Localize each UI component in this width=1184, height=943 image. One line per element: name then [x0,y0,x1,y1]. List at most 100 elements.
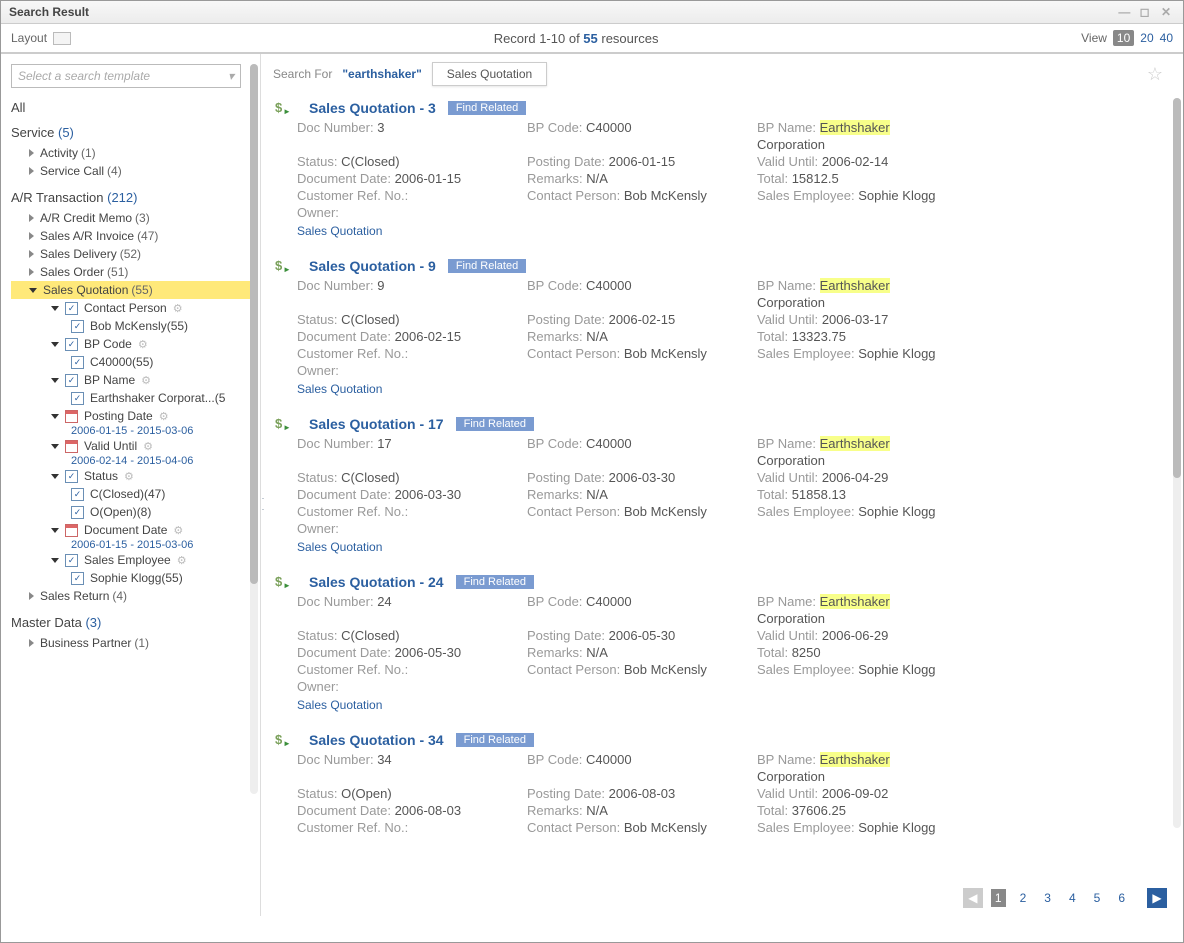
group-master-data[interactable]: Master Data (3) [11,615,256,630]
gear-icon[interactable]: ⚙ [138,338,148,351]
search-header: Search For "earthshaker" Sales Quotation… [261,54,1183,94]
view-40[interactable]: 40 [1160,31,1173,45]
sidebar: Select a search template▾ All Service (5… [1,54,261,916]
facet-value-sophie[interactable]: ✓Sophie Klogg (55) [11,569,256,587]
find-related-button[interactable]: Find Related [456,575,534,589]
facet-value-closed[interactable]: ✓C(Closed) (47) [11,485,256,503]
sidebar-item-invoice[interactable]: Sales A/R Invoice(47) [11,227,256,245]
result-card: Sales Quotation - 9Find RelatedDoc Numbe… [273,252,1171,404]
minimize-icon[interactable]: — [1118,5,1132,19]
gear-icon[interactable]: ⚙ [173,524,183,537]
search-template-select[interactable]: Select a search template▾ [11,64,241,88]
result-title-link[interactable]: Sales Quotation - 9 [309,258,436,274]
facet-status[interactable]: ✓Status⚙ [11,467,256,485]
sidebar-all[interactable]: All [11,100,256,115]
gear-icon[interactable]: ⚙ [177,554,187,567]
gear-icon[interactable]: ⚙ [124,470,134,483]
results-list: ⋮⋮ Sales Quotation - 3Find RelatedDoc Nu… [261,94,1183,880]
sidebar-item-sales-order[interactable]: Sales Order(51) [11,263,256,281]
calendar-icon [65,440,78,453]
result-title-link[interactable]: Sales Quotation - 34 [309,732,444,748]
calendar-icon [65,524,78,537]
chevron-down-icon: ▾ [228,69,234,83]
close-icon[interactable]: ✕ [1161,5,1175,19]
group-ar-transaction[interactable]: A/R Transaction (212) [11,190,256,205]
view-selector: View 10 20 40 [1081,30,1173,46]
title-bar: Search Result — ◻ ✕ [1,1,1183,24]
breadcrumb[interactable]: Sales Quotation [297,698,1171,712]
splitter-handle[interactable]: ⋮⋮ [261,494,265,516]
search-term: "earthshaker" [342,67,421,81]
facet-value-bob[interactable]: ✓Bob McKensly (55) [11,317,256,335]
gear-icon[interactable]: ⚙ [159,410,169,423]
star-icon[interactable]: ☆ [1147,64,1163,85]
main-scrollbar[interactable] [1173,98,1181,828]
layout-label: Layout [11,31,47,45]
find-related-button[interactable]: Find Related [456,733,534,747]
result-title-link[interactable]: Sales Quotation - 24 [309,574,444,590]
pager-page-4[interactable]: 4 [1065,889,1080,907]
gear-icon[interactable]: ⚙ [143,440,153,453]
facet-valid-until[interactable]: Valid Until⚙ [11,437,256,455]
record-info: Record 1-10 of 55 resources [71,31,1081,46]
pager: ◀ 123456 ▶ [261,880,1183,916]
sidebar-item-delivery[interactable]: Sales Delivery(52) [11,245,256,263]
pager-next[interactable]: ▶ [1147,888,1167,908]
facet-bp-code[interactable]: ✓BP Code⚙ [11,335,256,353]
gear-icon[interactable]: ⚙ [141,374,151,387]
result-card: Sales Quotation - 34Find RelatedDoc Numb… [273,726,1171,843]
find-related-button[interactable]: Find Related [448,101,526,115]
sidebar-item-bp[interactable]: Business Partner(1) [11,634,256,652]
facet-value-c40000[interactable]: ✓C40000 (55) [11,353,256,371]
breadcrumb[interactable]: Sales Quotation [297,224,1171,238]
result-card: Sales Quotation - 24Find RelatedDoc Numb… [273,568,1171,720]
sidebar-item-sales-quotation[interactable]: Sales Quotation(55) [11,281,256,299]
sidebar-item-activity[interactable]: Activity(1) [11,144,256,162]
tab-sales-quotation[interactable]: Sales Quotation [432,62,547,86]
document-icon [275,258,291,274]
breadcrumb[interactable]: Sales Quotation [297,540,1171,554]
toolbar: Layout Record 1-10 of 55 resources View … [1,24,1183,54]
gear-icon[interactable]: ⚙ [173,302,183,315]
pager-page-2[interactable]: 2 [1016,889,1031,907]
pager-page-5[interactable]: 5 [1090,889,1105,907]
facet-value-earthshaker[interactable]: ✓Earthshaker Corporat... (5 [11,389,256,407]
view-10[interactable]: 10 [1113,30,1134,46]
find-related-button[interactable]: Find Related [448,259,526,273]
facet-posting-date[interactable]: Posting Date⚙ [11,407,256,425]
result-title-link[interactable]: Sales Quotation - 17 [309,416,444,432]
window-title: Search Result [9,5,89,19]
valid-until-range[interactable]: 2006-02-14 - 2015-04-06 [11,455,256,467]
group-service[interactable]: Service (5) [11,125,256,140]
pager-prev[interactable]: ◀ [963,888,983,908]
result-title-link[interactable]: Sales Quotation - 3 [309,100,436,116]
posting-date-range[interactable]: 2006-01-15 - 2015-03-06 [11,425,256,437]
pager-page-1[interactable]: 1 [991,889,1006,907]
calendar-icon [65,410,78,423]
document-icon [275,732,291,748]
sidebar-item-service-call[interactable]: Service Call(4) [11,162,256,180]
facet-value-open[interactable]: ✓O(Open) (8) [11,503,256,521]
facet-sales-employee[interactable]: ✓Sales Employee⚙ [11,551,256,569]
document-icon [275,416,291,432]
window-controls: — ◻ ✕ [1114,5,1175,19]
main-panel: Search For "earthshaker" Sales Quotation… [261,54,1183,916]
result-card: Sales Quotation - 3Find RelatedDoc Numbe… [273,94,1171,246]
maximize-icon[interactable]: ◻ [1140,5,1154,19]
document-icon [275,100,291,116]
facet-document-date[interactable]: Document Date⚙ [11,521,256,539]
sidebar-item-credit-memo[interactable]: A/R Credit Memo(3) [11,209,256,227]
document-date-range[interactable]: 2006-01-15 - 2015-03-06 [11,539,256,551]
view-20[interactable]: 20 [1140,31,1153,45]
document-icon [275,574,291,590]
pager-page-3[interactable]: 3 [1040,889,1055,907]
pager-page-6[interactable]: 6 [1114,889,1129,907]
layout-button[interactable] [53,32,71,45]
result-card: Sales Quotation - 17Find RelatedDoc Numb… [273,410,1171,562]
find-related-button[interactable]: Find Related [456,417,534,431]
facet-contact-person[interactable]: ✓Contact Person⚙ [11,299,256,317]
sidebar-item-sales-return[interactable]: Sales Return(4) [11,587,256,605]
breadcrumb[interactable]: Sales Quotation [297,382,1171,396]
facet-bp-name[interactable]: ✓BP Name⚙ [11,371,256,389]
sidebar-scrollbar[interactable] [250,64,258,794]
